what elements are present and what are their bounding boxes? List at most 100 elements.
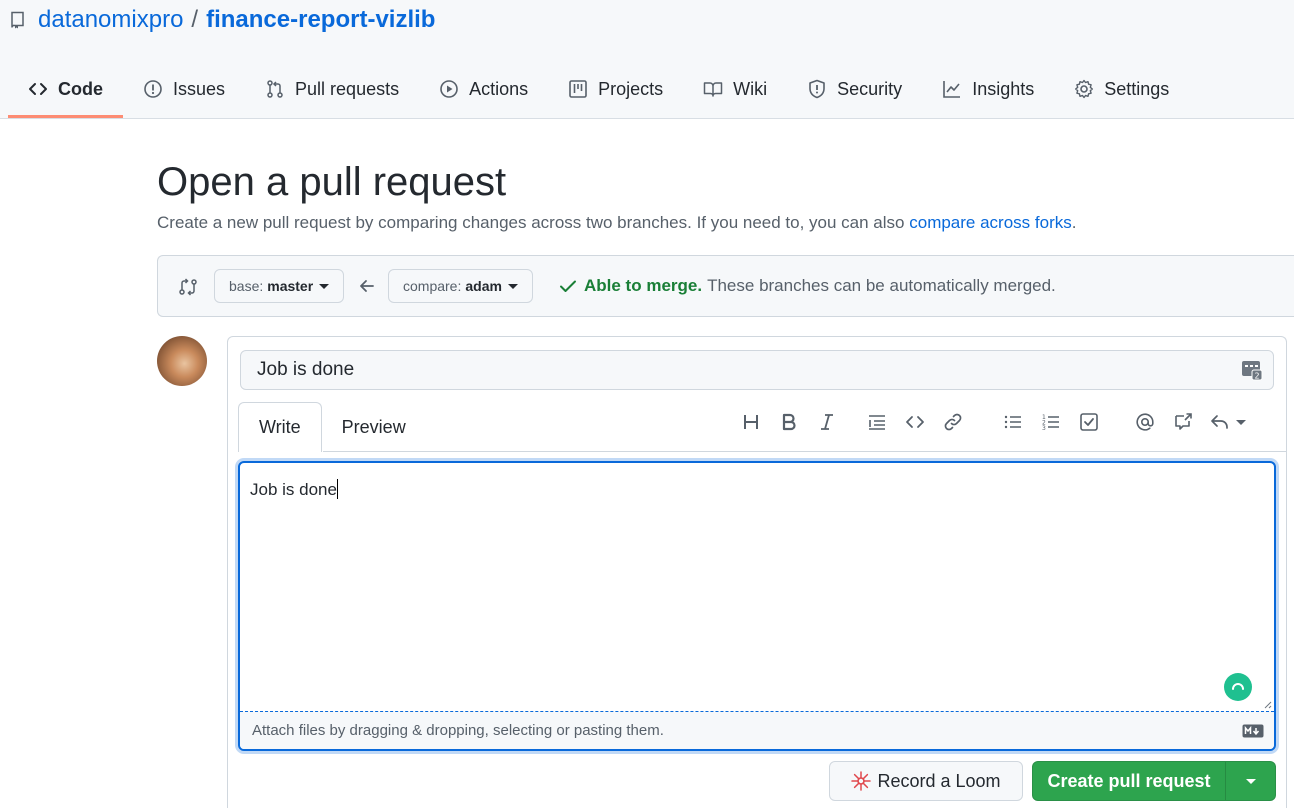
link-button[interactable] — [940, 409, 966, 435]
tab-insights[interactable]: Insights — [922, 66, 1054, 112]
repo-nav-tabs: Code Issues Pull requests Actions Projec… — [8, 66, 1189, 119]
compare-forks-link[interactable]: compare across forks — [909, 213, 1072, 232]
cross-reference-icon — [1175, 413, 1192, 430]
compare-branch-select[interactable]: compare: adam — [388, 269, 533, 303]
base-prefix: base: — [229, 278, 264, 294]
tab-code[interactable]: Code — [8, 66, 123, 118]
tab-preview[interactable]: Preview — [322, 402, 426, 452]
project-icon — [569, 80, 587, 98]
code-button[interactable] — [902, 409, 928, 435]
gear-icon — [1075, 79, 1094, 99]
create-pull-request-label: Create pull request — [1047, 770, 1211, 791]
compare-prefix: compare: — [403, 278, 462, 294]
repo-name-link[interactable]: finance-report-vizlib — [206, 6, 435, 34]
base-branch-select[interactable]: base: master — [214, 269, 345, 303]
play-icon — [440, 80, 458, 98]
page-subtitle: Create a new pull request by comparing c… — [157, 213, 1076, 233]
task-list-icon — [1080, 413, 1098, 431]
pull-request-form: Job is done 2 Write Preview 1 2 3 Job is… — [227, 336, 1287, 808]
svg-text:3: 3 — [1042, 425, 1046, 432]
create-pull-request-button[interactable]: Create pull request — [1032, 761, 1276, 801]
repo-icon — [11, 11, 24, 29]
pr-body-editor[interactable]: Job is done Attach files by dragging & d… — [238, 461, 1276, 751]
tab-label: Pull requests — [295, 78, 400, 99]
tab-actions[interactable]: Actions — [419, 66, 548, 112]
record-loom-button[interactable]: Record a Loom — [829, 761, 1023, 801]
bold-icon — [782, 413, 796, 431]
tab-label: Actions — [469, 78, 529, 99]
chevron-down-icon — [319, 283, 330, 289]
heading-button[interactable] — [738, 409, 764, 435]
svg-text:2: 2 — [1254, 372, 1259, 381]
text-cursor — [336, 479, 338, 499]
tab-label: Issues — [173, 78, 226, 99]
compare-branch-name: adam — [465, 278, 502, 294]
base-branch-name: master — [267, 278, 314, 294]
pr-body-textarea[interactable]: Job is done — [240, 463, 1274, 711]
reference-button[interactable] — [1170, 409, 1196, 435]
tab-label: Code — [58, 78, 103, 99]
tab-pull-requests[interactable]: Pull requests — [245, 66, 419, 112]
pr-title-input[interactable]: Job is done 2 — [240, 350, 1274, 390]
tab-label: Wiki — [733, 78, 768, 99]
repo-header: datanomixpro / finance-report-vizlib Cod… — [0, 0, 1294, 119]
mention-icon — [1136, 413, 1154, 431]
chevron-down-icon — [507, 283, 518, 289]
tab-label: Security — [837, 78, 903, 99]
loom-icon — [851, 771, 872, 791]
mention-button[interactable] — [1132, 409, 1158, 435]
tab-label: Insights — [972, 78, 1035, 99]
reply-icon — [1211, 415, 1228, 429]
pull-request-icon — [267, 80, 283, 98]
task-list-button[interactable] — [1076, 409, 1102, 435]
tab-wiki[interactable]: Wiki — [683, 66, 787, 112]
repo-owner-link[interactable]: datanomixpro — [38, 6, 183, 34]
issue-icon — [144, 80, 162, 98]
shield-icon — [809, 79, 825, 99]
breadcrumb-separator: / — [191, 6, 199, 33]
arrow-left-icon — [360, 280, 374, 292]
unordered-list-button[interactable] — [1000, 409, 1026, 435]
merge-status: Able to merge. These branches can be aut… — [558, 276, 1056, 296]
chevron-down-icon — [1236, 419, 1246, 425]
pr-body-value: Job is done — [250, 480, 337, 499]
tab-security[interactable]: Security — [787, 66, 922, 112]
tab-label: Settings — [1104, 78, 1170, 99]
graph-icon — [943, 81, 961, 98]
avatar — [157, 336, 207, 386]
tab-write[interactable]: Write — [238, 402, 322, 452]
attach-hint: Attach files by dragging & dropping, sel… — [252, 722, 664, 739]
record-loom-label: Record a Loom — [877, 770, 1001, 791]
merge-status-text: These branches can be automatically merg… — [707, 276, 1056, 295]
divider — [323, 451, 1286, 452]
ordered-list-button[interactable]: 123 — [1038, 409, 1064, 435]
markdown-toolbar: 123 — [728, 409, 1268, 437]
tab-settings[interactable]: Settings — [1054, 66, 1189, 112]
italic-button[interactable] — [814, 409, 840, 435]
ordered-list-icon: 123 — [1042, 414, 1059, 432]
resize-handle-icon[interactable] — [1262, 699, 1272, 709]
grammarly-icon[interactable] — [1224, 673, 1252, 701]
merge-ok-label: Able to merge. — [584, 276, 703, 295]
check-icon — [560, 280, 576, 292]
editor-tabs: Write Preview — [238, 402, 426, 452]
tab-issues[interactable]: Issues — [123, 66, 245, 112]
spinner-icon — [1232, 683, 1244, 690]
reply-dropdown-button[interactable] — [1208, 409, 1248, 435]
tab-projects[interactable]: Projects — [548, 66, 683, 112]
markdown-icon — [1242, 724, 1264, 738]
pr-title-value: Job is done — [257, 359, 355, 380]
attach-files-bar[interactable]: Attach files by dragging & dropping, sel… — [240, 711, 1274, 749]
branch-compare-bar: base: master compare: adam Able to merge… — [157, 255, 1294, 317]
bold-button[interactable] — [776, 409, 802, 435]
italic-icon — [821, 414, 833, 430]
subtitle-text: Create a new pull request by comparing c… — [157, 213, 905, 232]
chevron-down-icon — [1245, 778, 1256, 784]
page-title: Open a pull request — [157, 160, 507, 204]
quote-button[interactable] — [864, 409, 890, 435]
heading-icon — [744, 415, 758, 429]
create-options-dropdown[interactable] — [1226, 778, 1275, 784]
quote-icon — [869, 415, 885, 430]
saved-replies-icon[interactable]: 2 — [1241, 359, 1263, 381]
link-icon — [944, 413, 962, 431]
